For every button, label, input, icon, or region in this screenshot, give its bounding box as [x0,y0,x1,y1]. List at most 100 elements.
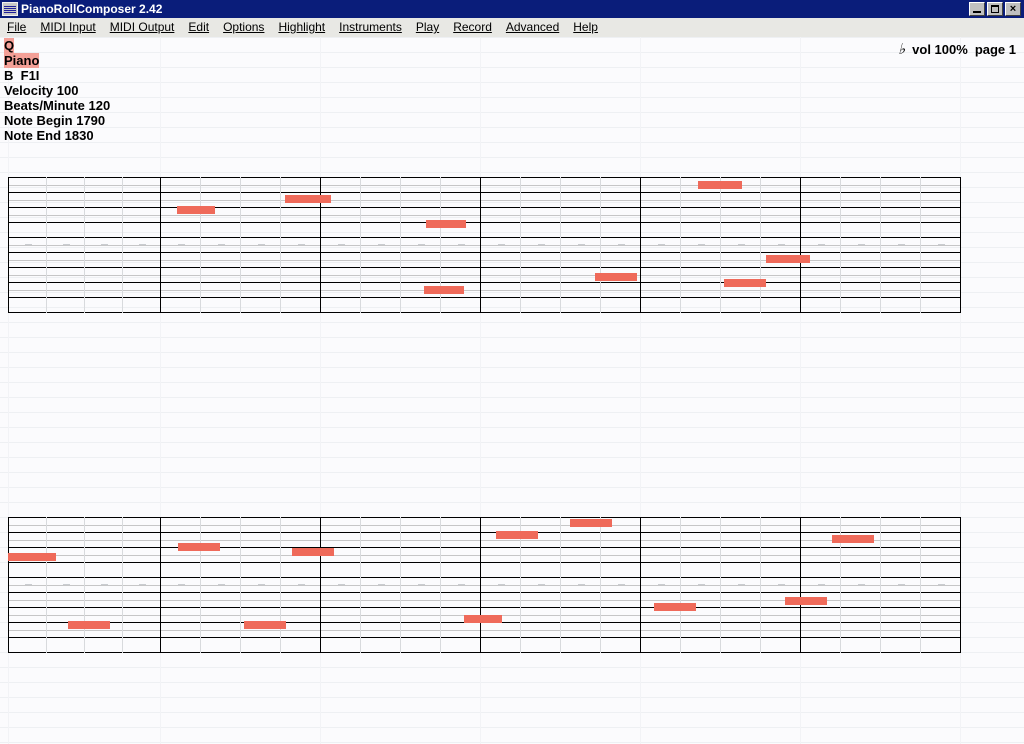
middle-row-tick [178,244,185,245]
ghost-gridline-h [0,667,1024,668]
middle-row-tick [738,584,745,585]
note-block[interactable] [292,548,334,556]
velocity-label: Velocity 100 [4,83,79,98]
beat-gridline [440,517,441,653]
note-block[interactable] [785,597,827,605]
staff-line [8,282,960,283]
ghost-gridline-h [0,97,1024,98]
middle-row-tick [458,584,465,585]
note-block[interactable] [766,255,810,263]
menu-item-advanced[interactable]: Advanced [499,18,566,37]
middle-row-tick [25,584,32,585]
note-block[interactable] [724,279,766,287]
window-controls: × [969,2,1024,16]
middle-row-tick [938,244,945,245]
staff-line [8,177,960,178]
beat-gridline [84,177,85,313]
menu-item-midi-input[interactable]: MIDI Input [33,18,102,37]
middle-row-tick [818,584,825,585]
ghost-gridline-h [0,82,1024,83]
ghost-gridline-h [0,37,1024,38]
note-block[interactable] [424,286,464,294]
note-block[interactable] [698,181,742,189]
menu-item-play[interactable]: Play [409,18,446,37]
ghost-gridline-h [0,457,1024,458]
beat-gridline [360,177,361,313]
note-block[interactable] [832,535,874,543]
menu-item-record[interactable]: Record [446,18,499,37]
staff-line [8,207,960,208]
note-block[interactable] [177,206,215,214]
beat-gridline [680,177,681,313]
note-block[interactable] [244,621,286,629]
beat-gridline [720,517,721,653]
score-info-panel: Q Piano B F1I Velocity 100 Beats/Minute … [4,38,110,143]
staff-subline [8,540,960,541]
note-block[interactable] [654,603,696,611]
window-title: PianoRollComposer 2.42 [21,2,163,16]
middle-row-tick [338,244,345,245]
staff-subline [8,185,960,186]
note-block[interactable] [570,519,612,527]
quantize-label[interactable]: Q [4,38,15,53]
note-block[interactable] [68,621,110,629]
ghost-gridline-h [0,727,1024,728]
beat-gridline [600,517,601,653]
close-icon: × [1009,3,1017,15]
note-block[interactable] [595,273,637,281]
beat-gridline [760,517,761,653]
flat-accidental-icon[interactable]: ♭ [898,40,905,59]
measure-barline [960,177,961,313]
note-block[interactable] [464,615,502,623]
staff-1[interactable] [8,177,961,313]
note-block[interactable] [8,553,56,561]
staff-subline [8,200,960,201]
middle-row-tick [418,244,425,245]
window-menu-icon[interactable] [2,2,18,16]
piano-roll-canvas[interactable]: Q Piano B F1I Velocity 100 Beats/Minute … [0,37,1024,744]
beat-gridline [280,517,281,653]
middle-row-tick [101,584,108,585]
staff-line [8,577,960,578]
menu-item-instruments[interactable]: Instruments [332,18,409,37]
page-label[interactable]: page 1 [975,42,1016,57]
note-block[interactable] [285,195,331,203]
staff-line [8,237,960,238]
beat-gridline [880,517,881,653]
staff-2[interactable] [8,517,961,653]
note-block[interactable] [496,531,538,539]
minimize-button[interactable] [969,2,985,16]
menu-item-midi-output[interactable]: MIDI Output [103,18,182,37]
menu-item-file[interactable]: File [0,18,33,37]
volume-label[interactable]: vol 100% [912,42,968,57]
note-block[interactable] [178,543,220,551]
middle-row-tick [178,584,185,585]
staff-line [8,267,960,268]
ghost-gridline-h [0,397,1024,398]
middle-row-tick [778,584,785,585]
middle-row-tick [63,244,70,245]
note-block[interactable] [426,220,466,228]
ghost-gridline-h [0,142,1024,143]
middle-row-tick [378,244,385,245]
middle-row-tick [218,584,225,585]
ghost-gridline-h [0,112,1024,113]
beat-gridline [920,177,921,313]
close-button[interactable]: × [1005,2,1021,16]
menu-item-help[interactable]: Help [566,18,605,37]
ghost-gridline-h [0,337,1024,338]
maximize-restore-button[interactable] [987,2,1003,16]
menu-item-edit[interactable]: Edit [181,18,216,37]
menu-item-highlight[interactable]: Highlight [271,18,332,37]
beat-gridline [520,177,521,313]
staff-line [8,297,960,298]
middle-row-tick [298,244,305,245]
middle-row-tick [258,244,265,245]
staff-line [8,637,960,638]
staff-subline [8,585,960,586]
menu-item-options[interactable]: Options [216,18,271,37]
instrument-label[interactable]: Piano [4,53,40,68]
window-titlebar[interactable]: PianoRollComposer 2.42 × [0,0,1024,18]
ghost-gridline-h [0,67,1024,68]
ghost-gridline-h [0,172,1024,173]
